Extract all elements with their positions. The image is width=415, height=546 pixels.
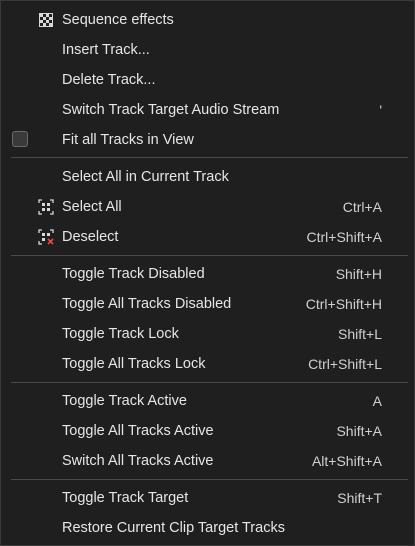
menu-item-label: Toggle All Tracks Active [62,423,214,439]
menu-item-select-all[interactable]: Select All Ctrl+A [1,192,414,222]
menu-item-select-all-in-current-track[interactable]: Select All in Current Track [1,162,414,192]
menu-item-label: Select All [62,199,122,215]
menu-item-label: Insert Track... [62,42,150,58]
menu-item-shortcut: Alt+Shift+A [311,453,382,469]
menu-separator [11,255,408,256]
menu-item-toggle-track-lock[interactable]: Toggle Track Lock Shift+L [1,319,414,349]
context-menu: Sequence effects Insert Track... Delete … [0,0,415,546]
menu-separator [11,157,408,158]
menu-item-shortcut: Ctrl+Shift+L [308,356,382,372]
menu-item-label: Switch Track Target Audio Stream [62,102,280,118]
menu-item-label: Delete Track... [62,72,156,88]
menu-item-toggle-track-disabled[interactable]: Toggle Track Disabled Shift+H [1,259,414,289]
menu-item-shortcut: Ctrl+Shift+H [305,296,382,312]
menu-item-label: Toggle Track Lock [62,326,179,342]
menu-item-label: Restore Current Clip Target Tracks [62,520,285,536]
menu-item-label: Toggle Track Target [62,490,189,506]
menu-item-label: Select All in Current Track [62,169,229,185]
sequence-effects-icon [39,13,53,27]
menu-item-shortcut: Ctrl+A [342,199,382,215]
menu-separator [11,382,408,383]
menu-item-label: Toggle All Tracks Disabled [62,296,232,312]
menu-item-delete-track[interactable]: Delete Track... [1,65,414,95]
menu-item-toggle-all-tracks-disabled[interactable]: Toggle All Tracks Disabled Ctrl+Shift+H [1,289,414,319]
menu-item-toggle-track-target[interactable]: Toggle Track Target Shift+T [1,483,414,513]
menu-item-shortcut: ' [379,102,382,118]
menu-item-label: Deselect [62,229,119,245]
menu-item-shortcut: A [372,393,382,409]
deselect-icon [38,229,54,245]
menu-item-label: Toggle All Tracks Lock [62,356,206,372]
select-all-icon [38,199,54,215]
fit-all-tracks-checkbox[interactable] [12,131,28,147]
menu-item-label: Toggle Track Disabled [62,266,205,282]
menu-item-toggle-track-active[interactable]: Toggle Track Active A [1,386,414,416]
menu-item-label: Switch All Tracks Active [62,453,214,469]
menu-item-restore-current-clip-target-tracks[interactable]: Restore Current Clip Target Tracks [1,513,414,543]
menu-item-shortcut: Shift+T [337,490,382,506]
menu-item-sequence-effects[interactable]: Sequence effects [1,5,414,35]
menu-item-shortcut: Shift+A [336,423,382,439]
menu-item-toggle-all-tracks-active[interactable]: Toggle All Tracks Active Shift+A [1,416,414,446]
menu-item-fit-all-tracks[interactable]: Fit all Tracks in View [1,125,414,155]
menu-item-switch-track-target-audio-stream[interactable]: Switch Track Target Audio Stream ' [1,95,414,125]
menu-item-shortcut: Shift+H [335,266,382,282]
menu-item-label: Toggle Track Active [62,393,187,409]
menu-item-shortcut: Shift+L [338,326,382,342]
menu-separator [11,479,408,480]
menu-item-label: Sequence effects [62,12,174,28]
menu-item-toggle-all-tracks-lock[interactable]: Toggle All Tracks Lock Ctrl+Shift+L [1,349,414,379]
menu-item-deselect[interactable]: Deselect Ctrl+Shift+A [1,222,414,252]
menu-item-insert-track[interactable]: Insert Track... [1,35,414,65]
menu-item-label: Fit all Tracks in View [62,132,194,148]
menu-item-switch-all-tracks-active[interactable]: Switch All Tracks Active Alt+Shift+A [1,446,414,476]
menu-item-shortcut: Ctrl+Shift+A [306,229,382,245]
